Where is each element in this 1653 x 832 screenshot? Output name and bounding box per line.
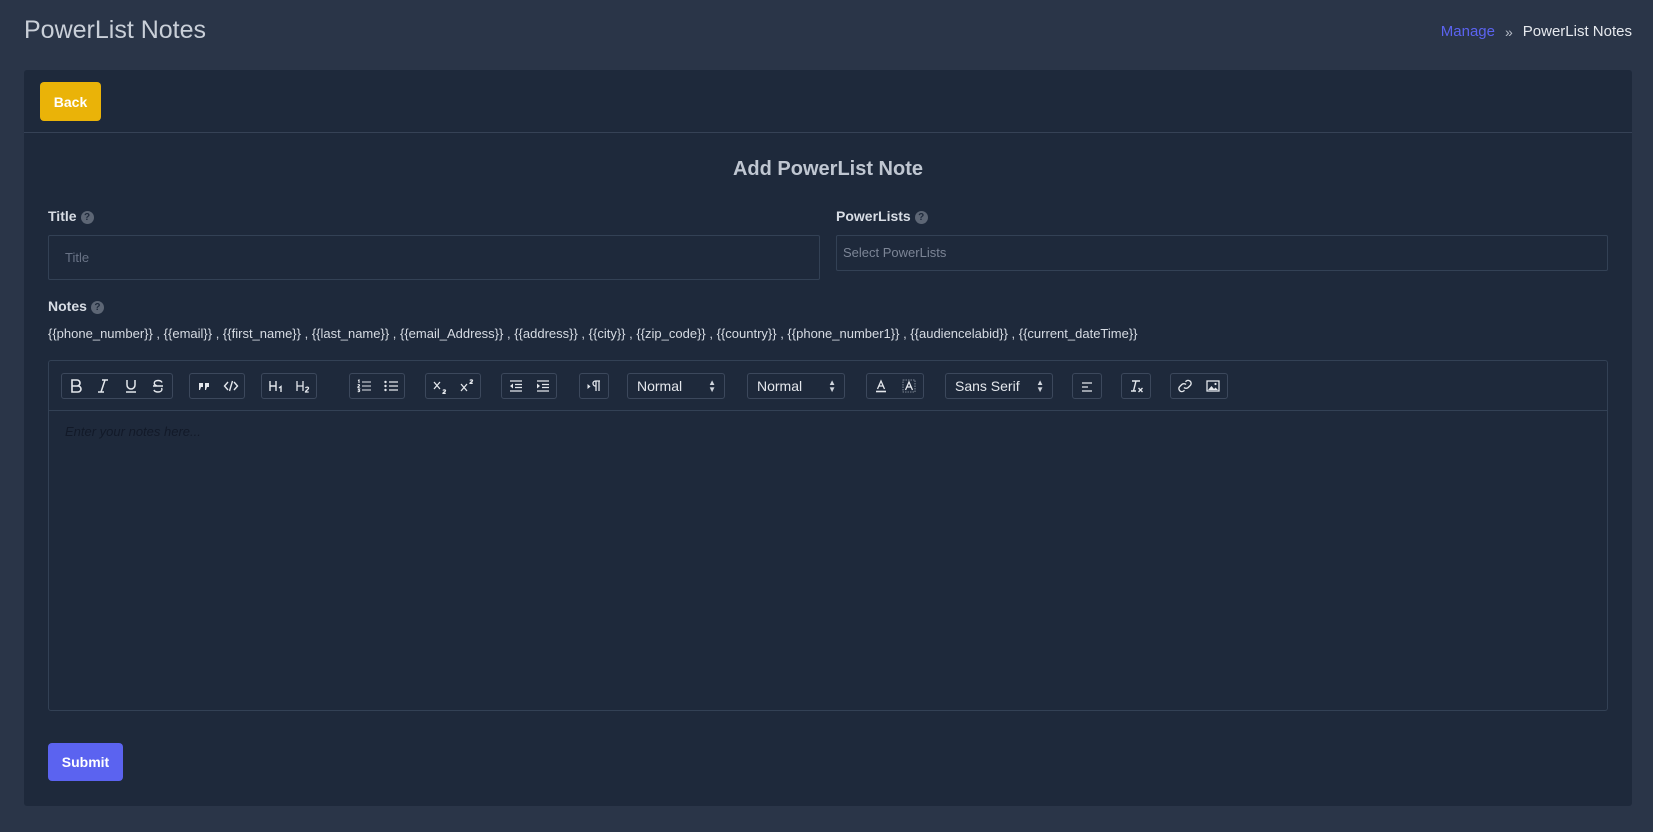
bullet-list-button[interactable] — [377, 374, 404, 398]
card-header: Back — [24, 70, 1632, 133]
page-title: PowerList Notes — [24, 16, 207, 44]
clear-format-button[interactable] — [1122, 374, 1150, 398]
text-direction-icon — [587, 380, 600, 391]
text-color-button[interactable] — [867, 374, 895, 398]
notes-label: Notes ? — [48, 298, 104, 314]
bullet-list-icon — [383, 380, 398, 392]
clear-format-icon — [1131, 380, 1143, 393]
powerlists-label: PowerLists ? — [836, 208, 928, 224]
header-select-value: Normal — [637, 378, 683, 394]
help-icon[interactable]: ? — [914, 210, 928, 224]
align-left-icon — [1082, 382, 1092, 392]
italic-icon — [98, 379, 109, 393]
breadcrumb-separator-icon: » — [1504, 23, 1513, 40]
heading-group — [261, 373, 317, 399]
indent-button[interactable] — [529, 374, 556, 398]
link-button[interactable] — [1171, 374, 1199, 398]
breadcrumb: Manage » PowerList Notes — [1441, 23, 1632, 40]
powerlists-select[interactable]: Select PowerLists — [836, 235, 1608, 271]
select-arrows-icon: ▲ ▼ — [828, 378, 836, 394]
notes-editor-area[interactable]: Enter your notes here... — [49, 411, 1607, 710]
font-select[interactable]: Sans Serif ▲ ▼ — [945, 373, 1053, 399]
editor-placeholder: Enter your notes here... — [65, 424, 201, 439]
subscript-button[interactable] — [426, 374, 453, 398]
indent-group — [501, 373, 557, 399]
media-group — [1170, 373, 1228, 399]
title-input[interactable] — [48, 235, 820, 280]
submit-button[interactable]: Submit — [48, 743, 123, 781]
underline-icon — [125, 380, 136, 393]
superscript-button[interactable] — [453, 374, 480, 398]
clean-group — [1121, 373, 1151, 399]
link-icon — [1178, 379, 1192, 393]
bold-button[interactable] — [62, 374, 90, 398]
code-block-button[interactable] — [217, 374, 244, 398]
breadcrumb-current: PowerList Notes — [1522, 23, 1632, 40]
size-select[interactable]: Normal ▲ ▼ — [747, 373, 845, 399]
align-group — [1072, 373, 1102, 399]
select-arrows-icon: ▲ ▼ — [708, 378, 716, 394]
help-icon[interactable]: ? — [80, 210, 94, 224]
strikethrough-button[interactable] — [145, 374, 173, 398]
editor-toolbar: Normal ▲ ▼ Normal ▲ ▼ Sans Serif ▲ ▼ — [49, 361, 1607, 411]
block-group — [189, 373, 245, 399]
breadcrumb-manage-link[interactable]: Manage — [1441, 23, 1495, 40]
italic-button[interactable] — [90, 374, 118, 398]
blockquote-button[interactable] — [190, 374, 217, 398]
align-button[interactable] — [1073, 374, 1101, 398]
outdent-button[interactable] — [502, 374, 529, 398]
heading1-button[interactable] — [262, 374, 289, 398]
code-icon — [223, 380, 238, 392]
help-icon[interactable]: ? — [90, 300, 104, 314]
image-button[interactable] — [1199, 374, 1227, 398]
image-icon — [1206, 380, 1220, 392]
notes-editor: Normal ▲ ▼ Normal ▲ ▼ Sans Serif ▲ ▼ Ent… — [48, 360, 1608, 711]
title-label-text: Title — [48, 208, 77, 224]
subscript-icon — [433, 381, 446, 394]
ordered-list-icon — [356, 379, 371, 393]
direction-group — [579, 373, 609, 399]
color-group — [866, 373, 924, 399]
outdent-icon — [509, 380, 522, 392]
placeholder-variables: {{phone_number}} , {{email}} , {{first_n… — [48, 326, 1138, 341]
font-select-value: Sans Serif — [955, 378, 1020, 394]
script-group — [425, 373, 481, 399]
size-select-value: Normal — [757, 378, 803, 394]
heading2-icon — [295, 381, 309, 393]
list-group — [349, 373, 405, 399]
notes-label-text: Notes — [48, 298, 87, 314]
underline-button[interactable] — [117, 374, 145, 398]
back-button[interactable]: Back — [40, 82, 101, 121]
heading1-icon — [268, 381, 282, 392]
powerlists-label-text: PowerLists — [836, 208, 911, 224]
strikethrough-icon — [153, 379, 164, 393]
ordered-list-button[interactable] — [350, 374, 377, 398]
background-color-button[interactable] — [895, 374, 923, 398]
note-form-card: Back Add PowerList Note Title ? PowerLis… — [24, 70, 1632, 806]
quote-icon — [198, 383, 209, 390]
bold-icon — [70, 379, 82, 393]
superscript-icon — [460, 379, 473, 392]
text-direction-button[interactable] — [580, 374, 608, 398]
form-heading: Add PowerList Note — [732, 158, 923, 180]
header-select[interactable]: Normal ▲ ▼ — [627, 373, 725, 399]
text-color-icon — [876, 379, 886, 393]
background-color-icon — [902, 379, 916, 393]
format-group — [61, 373, 173, 399]
title-label: Title ? — [48, 208, 94, 224]
indent-icon — [536, 380, 549, 392]
heading2-button[interactable] — [289, 374, 316, 398]
select-arrows-icon: ▲ ▼ — [1036, 378, 1044, 394]
